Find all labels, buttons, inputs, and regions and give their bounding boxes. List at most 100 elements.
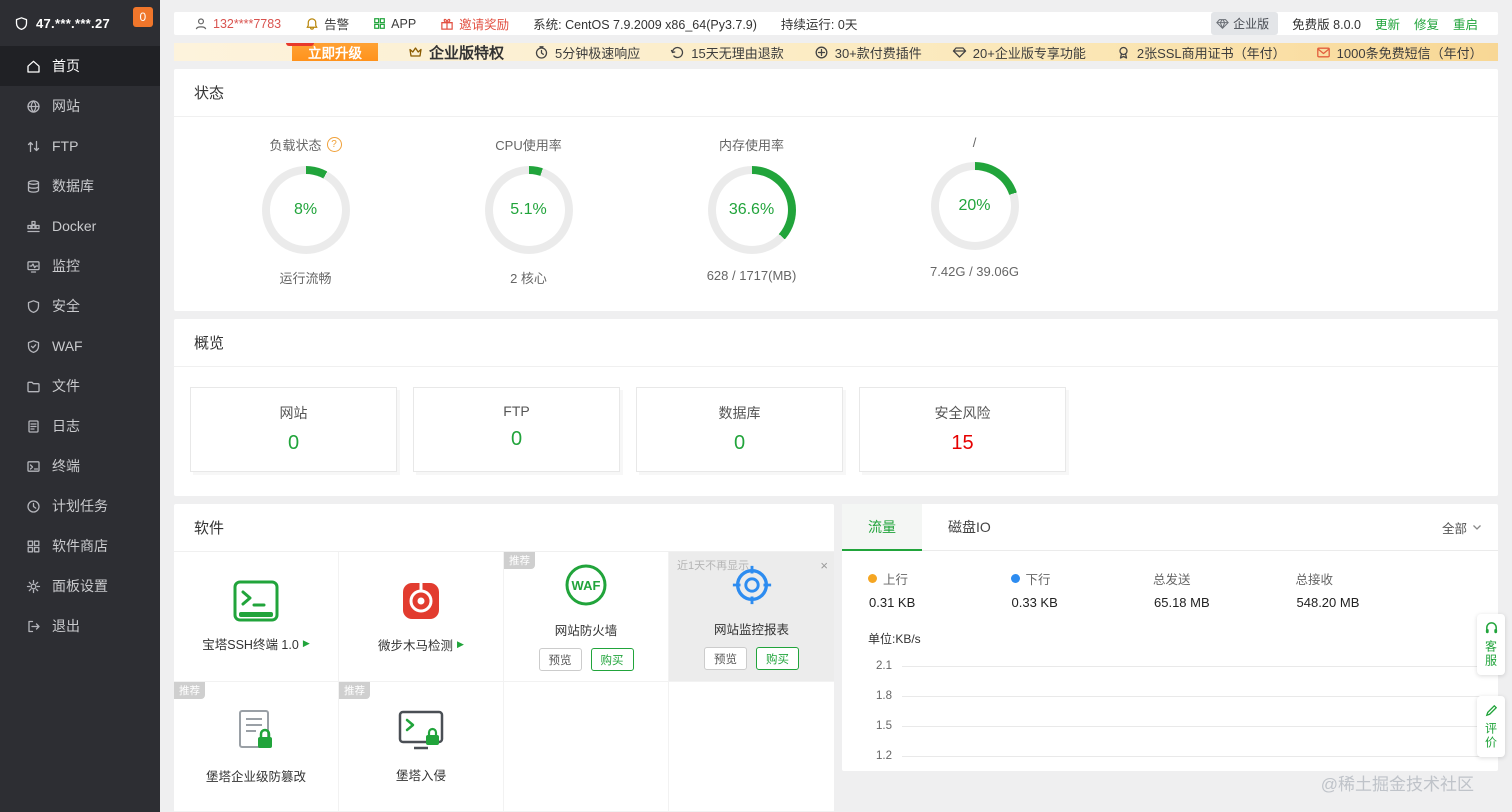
headset-icon [1485,622,1497,634]
refund-icon [670,45,685,60]
sidebar-nav: 首页 网站 FTP 数据库 Docker 监控 安全 WAF 文件 日志 终端 … [0,46,160,646]
traffic-filter-select[interactable]: 全部 [1442,518,1482,537]
software-item-waf[interactable]: 推荐 WAF 网站防火墙 预览 购买 [504,552,669,682]
software-item-weibu-scan[interactable]: 微步木马检测 ▶ [339,552,504,682]
gauge-ring: 8% [261,166,350,254]
downstream-dot-icon [1010,574,1020,583]
hide-option-label[interactable]: 近1天不再显示 [677,557,749,573]
sidebar-item-logout[interactable]: 退出 [0,606,160,646]
recommend-badge: 推荐 [504,552,535,569]
buy-button[interactable]: 购买 [590,648,634,671]
top-header-bar: 132****7783 告警 APP 邀请奖励 系统: CentOS 7.9.2… [174,12,1498,35]
update-link[interactable]: 更新 [1375,14,1400,33]
preview-button[interactable]: 预览 [704,647,747,670]
main-content: 132****7783 告警 APP 邀请奖励 系统: CentOS 7.9.2… [160,0,1512,812]
sidebar-item-label: 软件商店 [52,538,108,554]
sidebar-item-logs[interactable]: 日志 [0,406,160,446]
server-ip[interactable]: 47.***.***.27 0 [0,0,160,46]
overview-label: 安全风险 [934,405,991,421]
restart-link[interactable]: 重启 [1453,14,1478,33]
server-ip-label: 47.***.***.27 [36,15,111,31]
account-link[interactable]: 132****7783 [194,17,281,31]
customer-service-button[interactable]: 客服 [1477,614,1505,675]
recommend-ribbon: 推荐 [286,43,314,46]
buy-button[interactable]: 购买 [756,647,799,670]
rate-button[interactable]: 评价 [1477,696,1505,757]
ftp-arrows-icon [26,139,41,154]
y-axis-tick: 1.2 [876,750,892,762]
traffic-card: 流量 磁盘IO 全部 上行 0.31 KB 下行 0.33 KB 总发送 65.… [842,504,1498,771]
play-icon[interactable]: ▶ [457,639,464,650]
chart-unit-label: 单位:KB/s [868,632,921,646]
software-name: 宝塔SSH终端 1.0 [202,638,299,652]
notification-badge[interactable]: 0 [133,7,153,27]
sidebar-item-terminal[interactable]: 终端 [0,446,160,486]
sidebar-item-files[interactable]: 文件 [0,366,160,406]
sidebar-item-website[interactable]: 网站 [0,86,160,126]
sidebar-item-database[interactable]: 数据库 [0,166,160,206]
repair-link[interactable]: 修复 [1414,14,1439,33]
software-item-ssh-terminal[interactable]: 宝塔SSH终端 1.0 ▶ [174,552,339,682]
gauge-subtext: 7.42G / 39.06G [930,264,1019,279]
sidebar-item-waf[interactable]: WAF [0,326,160,366]
y-axis-tick: 1.8 [876,690,892,702]
sidebar-item-cron[interactable]: 计划任务 [0,486,160,526]
overview-label: 数据库 [718,405,761,421]
overview-box-ftp[interactable]: FTP 0 [413,387,620,472]
traffic-tabs: 流量 磁盘IO 全部 [842,504,1498,551]
invite-link[interactable]: 邀请奖励 [440,14,509,33]
bottom-row: 软件 宝塔SSH终端 1.0 ▶ 微步木马检测 ▶ 推荐 WAF 网站防火墙 预览 [174,504,1498,812]
preview-button[interactable]: 预览 [538,648,582,671]
downstream-value: 0.33 KB [1011,595,1058,610]
software-item-monitor-report[interactable]: 近1天不再显示 × 网站监控报表 预览 购买 [669,552,834,682]
sidebar-item-docker[interactable]: Docker [0,206,160,246]
terminal-icon [26,459,41,474]
sidebar-item-label: WAF [52,338,83,354]
sidebar-item-label: 网站 [52,98,80,114]
sidebar-item-appstore[interactable]: 软件商店 [0,526,160,566]
sidebar-item-security[interactable]: 安全 [0,286,160,326]
sidebar-item-monitor[interactable]: 监控 [0,246,160,286]
software-item-tamper-proof[interactable]: 推荐 堡塔企业级防篡改 [174,682,339,812]
gauge-ring: 36.6% [707,166,796,254]
gem-icon [952,45,967,60]
waf-shield-icon [26,339,41,354]
overview-box-risk[interactable]: 安全风险 15 [859,387,1066,472]
globe-icon [26,99,41,114]
sidebar-item-label: 日志 [52,418,80,434]
upstream-value: 0.31 KB [869,595,916,610]
gauge-subtext: 2 核心 [510,271,547,286]
overview-value: 0 [287,432,300,454]
chevron-down-icon [1473,525,1481,530]
alarm-link[interactable]: 告警 [305,14,349,33]
overview-title: 概览 [174,319,1498,367]
system-info: 系统: CentOS 7.9.2009 x86_64(Py3.7.9) [533,18,757,32]
edition-badge[interactable]: 企业版 [1211,12,1279,35]
tab-traffic[interactable]: 流量 [842,504,922,551]
edition-label: 企业版 [1233,17,1270,31]
software-card: 软件 宝塔SSH终端 1.0 ▶ 微步木马检测 ▶ 推荐 WAF 网站防火墙 预览 [174,504,834,812]
software-empty-cell [669,682,834,812]
invite-label: 邀请奖励 [459,18,510,32]
pencil-icon [1485,704,1497,717]
crown-icon [408,45,423,60]
app-link[interactable]: APP [373,17,416,31]
legend-upstream: 上行 0.31 KB [868,569,1011,610]
close-icon[interactable]: × [820,558,828,573]
sidebar-item-ftp[interactable]: FTP [0,126,160,166]
overview-box-database[interactable]: 数据库 0 [636,387,843,472]
sidebar-item-home[interactable]: 首页 [0,46,160,86]
svg-text:WAF: WAF [572,578,601,593]
rate-label: 评价 [1483,722,1498,750]
total-sent-value: 65.18 MB [1154,595,1210,610]
software-item-intrusion[interactable]: 推荐 堡塔入侵 [339,682,504,812]
help-icon[interactable]: ? [326,137,342,152]
play-icon[interactable]: ▶ [303,638,310,649]
weibu-shield-icon [399,579,443,626]
upgrade-button[interactable]: 推荐 立即升级 [286,43,378,61]
traffic-legend: 上行 0.31 KB 下行 0.33 KB 总发送 65.18 MB 总接收 5… [842,551,1498,610]
sidebar-item-settings[interactable]: 面板设置 [0,566,160,606]
overview-box-sites[interactable]: 网站 0 [190,387,397,472]
waf-circle-icon: WAF [563,562,609,611]
tab-disk-io[interactable]: 磁盘IO [922,504,1017,550]
